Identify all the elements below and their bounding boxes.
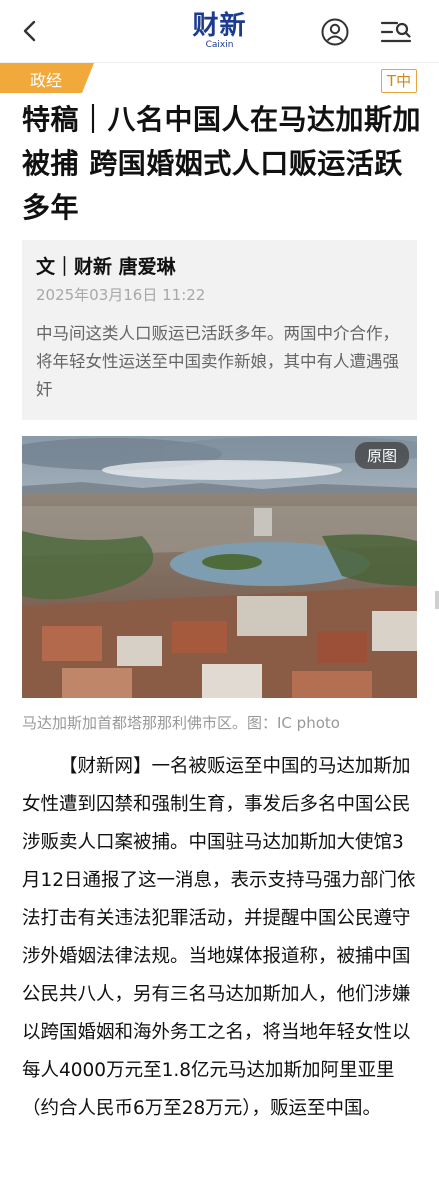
caixin-logo[interactable]: 财新 Caixin (0, 12, 439, 50)
original-image-button[interactable]: 原图 (354, 442, 409, 469)
article-title: 特稿｜八名中国人在马达加斯加被捕 跨国婚姻式人口贩运活跃多年 (22, 103, 422, 224)
menu-search-button[interactable] (380, 17, 412, 47)
article-body: 【财新网】一名被贩运至中国的马达加斯加女性遭到囚禁和强制生育，事发后多名中国公民… (22, 756, 416, 1119)
user-button[interactable] (320, 17, 350, 47)
category-label: 政经 (30, 71, 63, 90)
logo-text: 财新 (192, 11, 247, 41)
font-size-toggle[interactable]: T中 (381, 69, 417, 93)
article-summary: 中马间这类人口贩运已活跃多年。两国中介合作，将年轻女性运送至中国卖作新娘，其中有… (36, 324, 399, 399)
author-line: 文｜财新 唐爱琳 (36, 256, 176, 278)
user-circle-icon (321, 18, 349, 46)
publish-date: 2025年03月16日 11:22 (36, 286, 206, 304)
category-row: 政经 T中 (0, 63, 439, 93)
photo-caption: 马达加斯加首都塔那那利佛市区。图：IC photo (22, 714, 340, 732)
menu-search-icon (380, 21, 412, 43)
logo-subtext: Caixin (205, 40, 234, 50)
category-tag[interactable]: 政经 (0, 63, 94, 93)
top-bar: 财新 Caixin (0, 0, 439, 63)
scrollbar[interactable] (435, 591, 439, 609)
city-photo-image (22, 436, 417, 698)
article-photo[interactable]: 原图 (22, 436, 417, 698)
article-info-box: 文｜财新 唐爱琳 2025年03月16日 11:22 中马间这类人口贩运已活跃多… (22, 240, 417, 420)
